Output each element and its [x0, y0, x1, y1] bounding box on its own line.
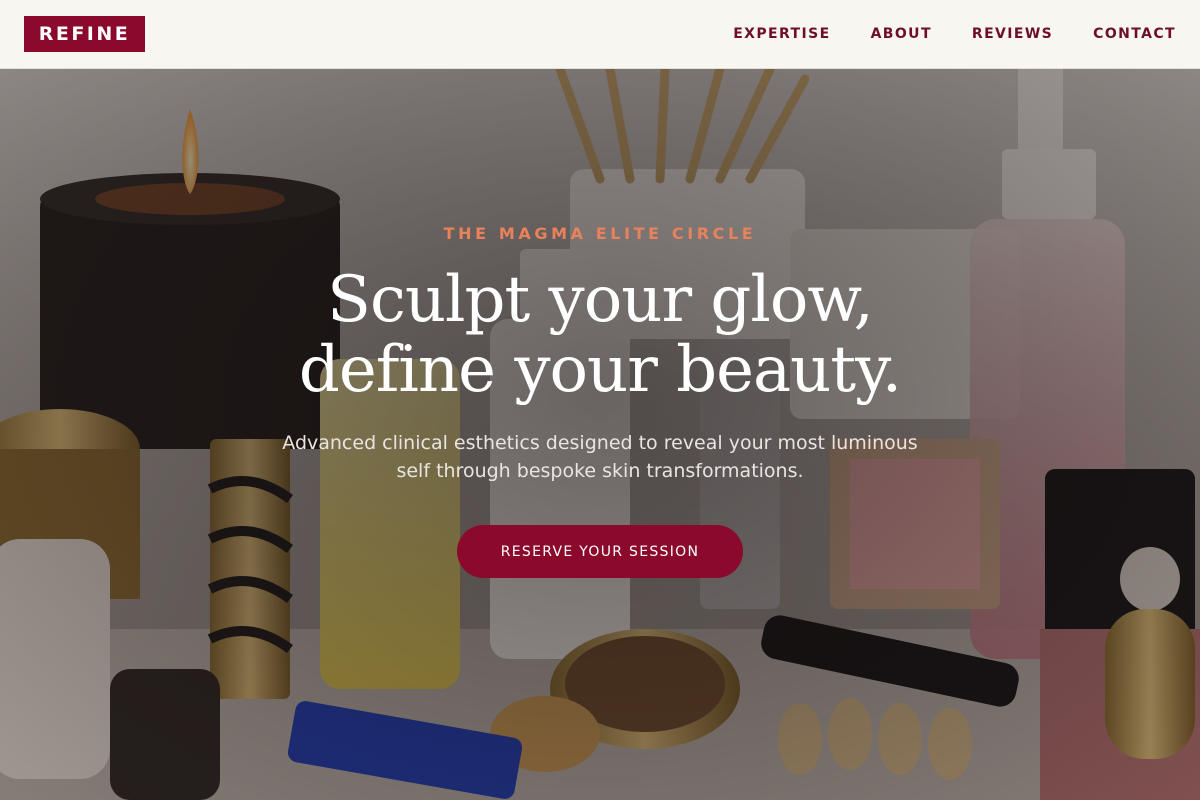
- site-header: REFINE EXPERTISE ABOUT REVIEWS CONTACT: [0, 0, 1200, 69]
- hero-subtext: Advanced clinical esthetics designed to …: [260, 429, 940, 485]
- nav-reviews[interactable]: REVIEWS: [972, 26, 1053, 42]
- reserve-session-button[interactable]: RESERVE YOUR SESSION: [457, 525, 743, 578]
- nav-about[interactable]: ABOUT: [871, 26, 932, 42]
- hero-headline-line-1: Sculpt your glow,: [327, 263, 874, 337]
- nav-contact[interactable]: CONTACT: [1093, 26, 1176, 42]
- hero-headline-line-2: define your beauty.: [298, 333, 902, 407]
- hero-headline: Sculpt your glow, define your beauty.: [0, 265, 1200, 405]
- hero-subtext-line-2: self through bespoke skin transformation…: [396, 460, 804, 482]
- nav-expertise[interactable]: EXPERTISE: [733, 26, 830, 42]
- main-nav: EXPERTISE ABOUT REVIEWS CONTACT: [733, 0, 1176, 68]
- hero-subtext-line-1: Advanced clinical esthetics designed to …: [282, 432, 918, 454]
- hero-eyebrow: THE MAGMA ELITE CIRCLE: [443, 224, 757, 243]
- logo[interactable]: REFINE: [24, 16, 145, 52]
